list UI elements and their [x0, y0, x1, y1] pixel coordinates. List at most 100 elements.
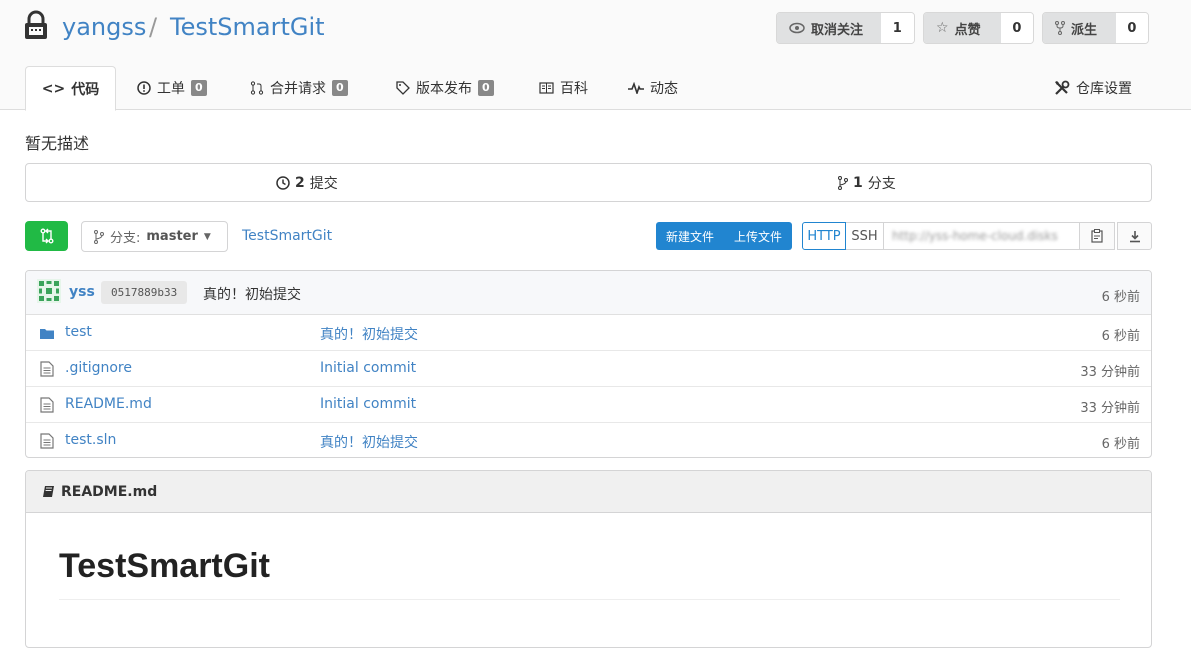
pull-requests-count-badge: 0 [332, 80, 348, 96]
branch-icon [94, 229, 104, 244]
clone-url-input[interactable]: http://yss-home-cloud.disks [884, 222, 1080, 250]
repo-description: 暂无描述 [25, 134, 90, 153]
http-clone-button[interactable]: HTTP [802, 222, 846, 250]
history-icon [276, 175, 290, 190]
repo-owner-link[interactable]: yangss [62, 13, 146, 41]
file-name-link[interactable]: test.sln [65, 432, 116, 448]
repo-separator: / [149, 13, 158, 41]
tab-issues[interactable]: 工单 0 [137, 66, 207, 110]
latest-commit-row: yss 0517889b33 真的！初始提交 6 秒前 [26, 271, 1151, 315]
pulse-icon [628, 82, 644, 94]
fork-count[interactable]: 0 [1115, 13, 1148, 43]
code-icon: <> [41, 80, 66, 97]
commits-label: 提交 [309, 175, 338, 192]
book-icon [539, 82, 554, 94]
commits-stat[interactable]: 2 提交 [276, 164, 338, 201]
readme-panel: README.md TestSmartGit [25, 470, 1152, 648]
file-name-link[interactable]: README.md [65, 396, 152, 412]
table-row: README.md Initial commit 33 分钟前 [26, 387, 1151, 423]
watch-button[interactable]: 取消关注 [777, 13, 881, 43]
branch-icon [838, 175, 848, 190]
tab-activity[interactable]: 动态 [628, 66, 678, 110]
clone-url-text: http://yss-home-cloud.disks [892, 229, 1058, 243]
tab-releases[interactable]: 版本发布 0 [396, 66, 494, 110]
branch-prefix: 分支: [110, 231, 141, 246]
lock-icon [25, 10, 47, 39]
commit-age: 6 秒前 [1101, 290, 1140, 305]
download-button[interactable] [1117, 222, 1152, 250]
file-text-icon [40, 433, 54, 449]
file-list: yss 0517889b33 真的！初始提交 6 秒前 test 真的！初始提交… [25, 270, 1152, 458]
branch-name: master [146, 229, 198, 244]
star-label: 点赞 [954, 22, 981, 38]
tab-releases-label: 版本发布 [416, 81, 472, 97]
fork-button-group: 派生 0 [1042, 12, 1149, 44]
commits-count: 2 [295, 174, 305, 191]
readme-divider [59, 599, 1120, 600]
avatar[interactable] [37, 279, 61, 303]
file-commit-message-link[interactable]: 真的！初始提交 [320, 432, 418, 452]
clone-panel: HTTP SSH http://yss-home-cloud.disks [802, 222, 1152, 250]
repo-name-link[interactable]: TestSmartGit [170, 13, 325, 41]
file-commit-message-link[interactable]: Initial commit [320, 360, 416, 376]
star-icon: ☆ [936, 20, 949, 36]
ssh-clone-button[interactable]: SSH [846, 222, 884, 250]
repo-stats-bar: 2 提交 1 分支 [25, 163, 1152, 202]
commit-message: 真的！初始提交 [203, 287, 301, 303]
branches-count: 1 [853, 174, 863, 191]
breadcrumb-repo-link[interactable]: TestSmartGit [242, 228, 332, 244]
tools-icon [1055, 80, 1070, 95]
issues-count-badge: 0 [191, 80, 207, 96]
tab-pull-requests[interactable]: 合并请求 0 [250, 66, 348, 110]
releases-count-badge: 0 [478, 80, 494, 96]
tab-settings-label: 仓库设置 [1076, 81, 1132, 97]
repo-header: yangss / TestSmartGit 取消关注 1 ☆ 点赞 0 派生 0… [0, 0, 1191, 111]
file-commit-message-link[interactable]: 真的！初始提交 [320, 324, 418, 344]
file-commit-message-link[interactable]: Initial commit [320, 396, 416, 412]
tab-code[interactable]: <> 代码 [25, 66, 116, 111]
tab-issues-label: 工单 [157, 81, 185, 97]
branches-label: 分支 [867, 175, 896, 192]
watch-button-group: 取消关注 1 [776, 12, 915, 44]
fork-button[interactable]: 派生 [1043, 13, 1116, 43]
copy-url-button[interactable] [1080, 222, 1115, 250]
file-name-link[interactable]: .gitignore [65, 360, 132, 376]
watch-count[interactable]: 1 [880, 13, 914, 43]
star-button-group: ☆ 点赞 0 [923, 12, 1034, 44]
readme-header: README.md [26, 471, 1151, 513]
star-count[interactable]: 0 [1000, 13, 1033, 43]
fork-label: 派生 [1071, 22, 1098, 38]
readme-heading: TestSmartGit [59, 547, 270, 585]
tab-wiki[interactable]: 百科 [539, 66, 588, 110]
table-row: .gitignore Initial commit 33 分钟前 [26, 351, 1151, 387]
issue-icon [137, 81, 151, 95]
tab-activity-label: 动态 [650, 81, 678, 97]
download-icon [1129, 230, 1140, 242]
file-name-link[interactable]: test [65, 324, 92, 340]
table-row: test.sln 真的！初始提交 6 秒前 [26, 423, 1151, 457]
tab-wiki-label: 百科 [560, 81, 588, 97]
fork-icon [1055, 21, 1065, 35]
compare-button[interactable] [25, 221, 68, 251]
upload-file-button[interactable]: 上传文件 [724, 222, 792, 250]
star-button[interactable]: ☆ 点赞 [924, 13, 1001, 43]
file-age: 6 秒前 [1101, 437, 1140, 452]
tag-icon [396, 81, 410, 95]
caret-down-icon: ▼ [203, 231, 211, 242]
tab-pull-requests-label: 合并请求 [270, 81, 326, 97]
file-action-buttons: 新建文件 上传文件 [656, 222, 792, 250]
branch-dropdown[interactable]: 分支: master ▼ [81, 221, 228, 252]
new-file-button[interactable]: 新建文件 [656, 222, 724, 250]
pull-request-icon [250, 81, 264, 95]
tab-settings[interactable]: 仓库设置 [1054, 66, 1132, 110]
commit-sha-label[interactable]: 0517889b33 [101, 281, 188, 304]
branches-stat[interactable]: 1 分支 [838, 164, 896, 201]
clipboard-icon [1091, 229, 1103, 243]
folder-icon [40, 329, 54, 339]
file-age: 33 分钟前 [1080, 365, 1140, 380]
file-age: 6 秒前 [1101, 329, 1140, 344]
readme-filename: README.md [61, 483, 158, 500]
commit-author-link[interactable]: yss [69, 284, 95, 300]
eye-icon [789, 22, 805, 34]
file-text-icon [40, 361, 54, 377]
